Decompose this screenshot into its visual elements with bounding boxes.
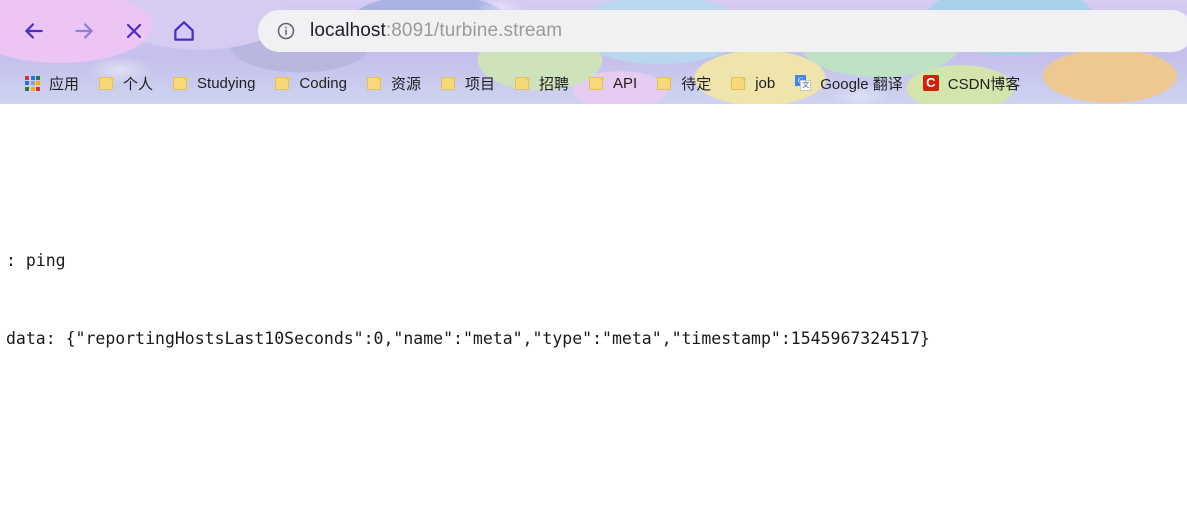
bookmark-label: 应用 xyxy=(49,75,80,93)
bookmark-folder-api[interactable]: API xyxy=(580,68,646,98)
forward-button[interactable] xyxy=(64,11,104,51)
forward-arrow-icon xyxy=(71,18,97,44)
info-circle-icon[interactable] xyxy=(276,21,296,41)
bookmark-label: Google 翻译 xyxy=(820,75,903,93)
bookmark-folder-coding[interactable]: Coding xyxy=(266,68,356,98)
bookmark-label: 资源 xyxy=(390,75,421,93)
page-content: : ping data: {"reportingHostsLast10Secon… xyxy=(0,104,1187,509)
data-line: data: {"reportingHostsLast10Seconds":0,"… xyxy=(6,329,930,348)
folder-icon xyxy=(173,76,189,91)
bookmarks-bar: 应用 个人 Studying Coding 资源 项目 招聘 API 待定 jo… xyxy=(0,62,1187,104)
bookmark-folder-projects[interactable]: 项目 xyxy=(432,68,504,98)
folder-icon xyxy=(275,76,291,91)
url-path: :8091/turbine.stream xyxy=(385,20,563,41)
bookmark-label: 个人 xyxy=(123,75,154,93)
bookmark-folder-resources[interactable]: 资源 xyxy=(358,68,430,98)
csdn-icon: C xyxy=(922,75,939,91)
bookmark-label: API xyxy=(613,74,638,92)
folder-icon xyxy=(440,76,456,91)
browser-window: localhost:8091/turbine.stream 应用 个人 Stud… xyxy=(0,0,1187,509)
bookmark-folder-pending[interactable]: 待定 xyxy=(648,68,720,98)
stream-event: : ping data: {"reportingHostsLast10Secon… xyxy=(6,502,1187,509)
browser-toolbar: localhost:8091/turbine.stream xyxy=(0,0,1187,62)
folder-icon xyxy=(366,76,382,91)
event-stream-output: : ping data: {"reportingHostsLast10Secon… xyxy=(0,104,1187,509)
address-bar[interactable]: localhost:8091/turbine.stream xyxy=(258,10,1187,52)
bookmark-csdn-blog[interactable]: C CSDN博客 xyxy=(914,68,1030,98)
stream-event: : ping data: {"reportingHostsLast10Secon… xyxy=(6,196,1187,404)
home-button[interactable] xyxy=(164,11,204,51)
bookmark-label: 招聘 xyxy=(538,75,569,93)
bookmark-label: CSDN博客 xyxy=(947,75,1021,93)
bookmark-google-translate[interactable]: G文 Google 翻译 xyxy=(786,68,912,98)
bookmark-folder-studying[interactable]: Studying xyxy=(164,68,264,98)
folder-icon xyxy=(589,76,604,91)
bookmark-apps[interactable]: 应用 xyxy=(16,68,88,98)
bookmark-label: Coding xyxy=(299,74,347,92)
stop-x-icon xyxy=(122,19,146,43)
back-button[interactable] xyxy=(14,11,54,51)
folder-icon xyxy=(514,76,530,91)
bookmark-label: job xyxy=(755,74,776,92)
bookmark-label: Studying xyxy=(197,74,256,92)
bookmark-label: 待定 xyxy=(681,75,712,93)
home-icon xyxy=(171,18,197,44)
bookmark-folder-job[interactable]: job xyxy=(722,68,784,98)
folder-icon xyxy=(99,76,115,91)
back-arrow-icon xyxy=(21,18,47,44)
bookmark-folder-recruiting[interactable]: 招聘 xyxy=(506,68,578,98)
url-host: localhost xyxy=(310,20,386,41)
bookmark-folder-personal[interactable]: 个人 xyxy=(90,68,162,98)
folder-icon xyxy=(731,76,747,91)
ping-line: : ping xyxy=(6,251,66,270)
folder-icon xyxy=(657,76,673,91)
address-bar-url: localhost:8091/turbine.stream xyxy=(310,20,562,42)
google-translate-icon: G文 xyxy=(795,75,812,91)
browser-chrome: localhost:8091/turbine.stream 应用 个人 Stud… xyxy=(0,0,1187,104)
bookmark-label: 项目 xyxy=(464,75,495,93)
apps-grid-icon xyxy=(25,75,40,91)
stop-loading-button[interactable] xyxy=(114,11,154,51)
